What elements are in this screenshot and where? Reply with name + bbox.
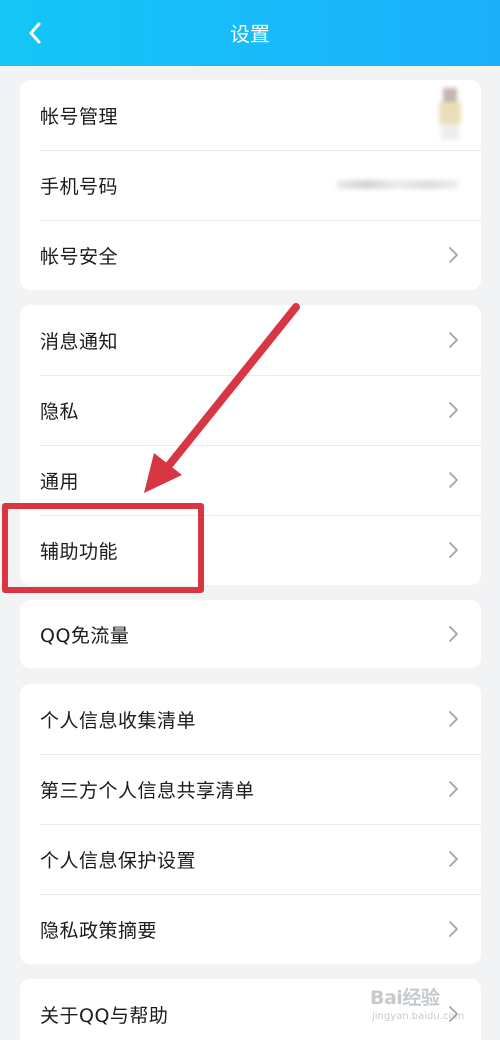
row-label: 消息通知 [40, 330, 119, 353]
row-third-party-sharing[interactable]: 第三方个人信息共享清单 [20, 754, 481, 824]
row-privacy[interactable]: 隐私 [20, 375, 481, 445]
watermark: Bai经验 jingyan.baidu.com [370, 983, 480, 1033]
row-label: 个人信息收集清单 [40, 709, 197, 732]
watermark-url: jingyan.baidu.com [372, 1011, 465, 1022]
row-personal-info-protection[interactable]: 个人信息保护设置 [20, 824, 481, 894]
chevron-right-icon [449, 851, 458, 867]
row-label: 第三方个人信息共享清单 [40, 779, 255, 802]
chevron-right-icon [449, 711, 458, 727]
chevron-right-icon [449, 472, 458, 488]
chevron-right-icon [449, 542, 458, 558]
chevron-right-icon [449, 247, 458, 263]
row-label: 个人信息保护设置 [40, 849, 197, 872]
row-phone-number[interactable]: 手机号码 [20, 150, 481, 220]
chevron-right-icon [449, 781, 458, 797]
row-personal-info-collection[interactable]: 个人信息收集清单 [20, 684, 481, 754]
row-label: 隐私 [40, 400, 80, 423]
watermark-logo: Bai经验 [370, 987, 440, 1009]
settings-card-personal-info: 个人信息收集清单 第三方个人信息共享清单 个人信息保护设置 隐私政策摘要 [20, 684, 481, 964]
row-account-management[interactable]: 帐号管理 [20, 80, 481, 150]
row-account-security[interactable]: 帐号安全 [20, 220, 481, 290]
page-title: 设置 [230, 22, 270, 46]
row-message-notification[interactable]: 消息通知 [20, 305, 481, 375]
row-label: 通用 [40, 470, 80, 493]
row-privacy-policy-summary[interactable]: 隐私政策摘要 [20, 894, 481, 964]
row-label: QQ免流量 [40, 624, 130, 647]
chevron-right-icon [449, 332, 458, 348]
row-label: 隐私政策摘要 [40, 919, 158, 942]
highlight-box [2, 503, 204, 593]
chevron-right-icon [449, 402, 458, 418]
chevron-right-icon [449, 921, 458, 937]
chevron-right-icon [449, 626, 458, 642]
avatar [435, 86, 465, 144]
blurred-phone-value [337, 180, 459, 189]
row-label: 手机号码 [40, 175, 119, 198]
top-bar: 设置 [0, 0, 500, 66]
row-label: 帐号安全 [40, 245, 119, 268]
row-label: 关于QQ与帮助 [40, 1004, 169, 1027]
settings-card-account: 帐号管理 手机号码 帐号安全 [20, 80, 481, 290]
row-qq-free-data[interactable]: QQ免流量 [20, 600, 481, 668]
settings-card-data: QQ免流量 [20, 600, 481, 668]
row-label: 帐号管理 [40, 105, 119, 128]
